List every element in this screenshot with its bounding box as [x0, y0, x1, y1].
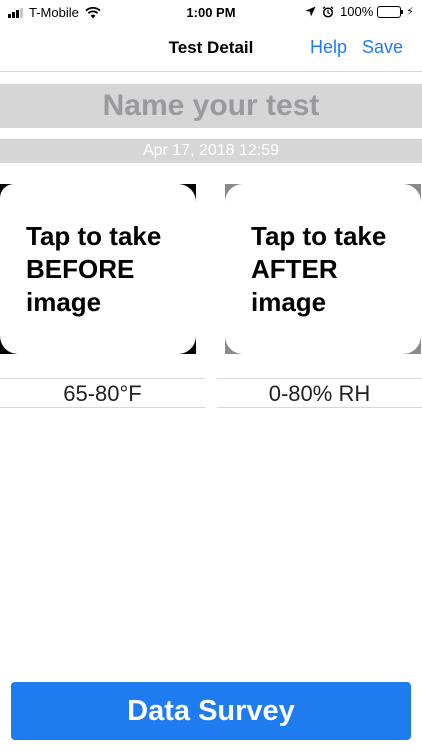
charging-icon: ⚡	[406, 6, 414, 18]
alarm-icon	[322, 5, 334, 18]
status-right: 100% ⚡	[305, 4, 414, 19]
status-bar: T-Mobile 1:00 PM 100% ⚡	[0, 0, 422, 26]
after-card-line: Tap to take	[251, 221, 387, 251]
after-image-frame: Tap to take AFTER image	[225, 184, 421, 354]
temperature-range[interactable]: 65-80°F	[0, 378, 205, 408]
save-button[interactable]: Save	[362, 37, 403, 58]
test-date[interactable]: Apr 17, 2018 12:59	[0, 139, 422, 163]
humidity-range[interactable]: 0-80% RH	[217, 378, 422, 408]
screen: T-Mobile 1:00 PM 100% ⚡ Test Detail Help…	[0, 0, 422, 750]
after-card-line: image	[251, 287, 327, 317]
before-image-frame: Tap to take BEFORE image	[0, 184, 196, 354]
data-survey-button[interactable]: Data Survey	[11, 682, 411, 740]
battery-percent: 100%	[340, 4, 374, 19]
before-card-line: image	[26, 287, 102, 317]
before-card-line: BEFORE	[26, 254, 135, 284]
test-name-input[interactable]	[0, 84, 422, 128]
before-card-line: Tap to take	[26, 221, 162, 251]
after-image-button[interactable]: Tap to take AFTER image	[225, 184, 421, 354]
navigation-bar: Test Detail Help Save	[0, 26, 422, 72]
page-title: Test Detail	[168, 38, 254, 57]
before-image-button[interactable]: Tap to take BEFORE image	[0, 184, 196, 354]
help-button[interactable]: Help	[310, 37, 347, 58]
battery-icon	[377, 5, 404, 18]
location-icon	[305, 6, 316, 17]
after-card-line: AFTER	[251, 254, 338, 284]
